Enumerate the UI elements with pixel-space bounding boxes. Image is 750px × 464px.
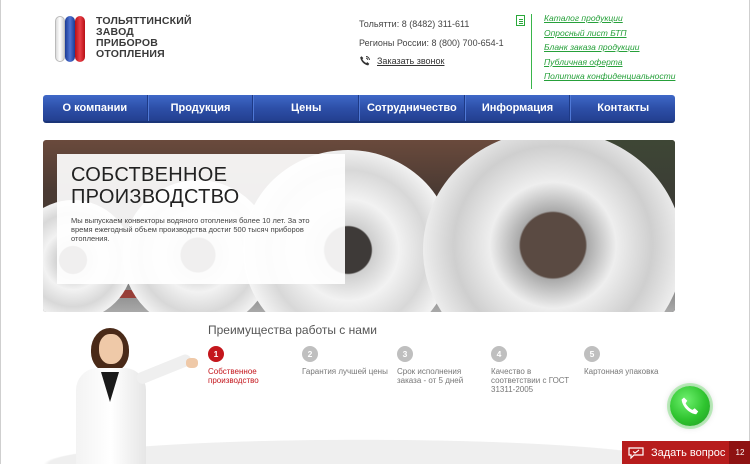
- banner-title: СОБСТВЕННОЕ ПРОИЗВОДСТВО: [71, 164, 331, 208]
- link-catalog[interactable]: Каталог продукции: [544, 12, 675, 27]
- step-text: Собственное производство: [208, 367, 259, 385]
- phone-tolyatti: Тольятти: 8 (8482) 311-611: [359, 19, 470, 29]
- logo-line: ОТОПЛЕНИЯ: [96, 48, 165, 60]
- step-text: Качество в соответствии с ГОСТ 31311-200…: [491, 367, 570, 394]
- advantage-step[interactable]: 1 Собственное производство: [208, 346, 298, 385]
- nav-item-products[interactable]: Продукция: [147, 95, 254, 121]
- contact-phones: Тольятти: 8 (8482) 311-611 Регионы Росси…: [359, 18, 504, 55]
- link-public-offer[interactable]: Публичная оферта: [544, 56, 675, 71]
- main-nav: О компании Продукция Цены Сотрудничество…: [43, 95, 675, 123]
- divider: [531, 14, 532, 89]
- nav-item-information[interactable]: Информация: [464, 95, 571, 121]
- advantages-title: Преимущества работы с нами: [208, 323, 377, 337]
- link-order-form[interactable]: Бланк заказа продукции: [544, 41, 675, 56]
- company-logo[interactable]: ТОЛЬЯТТИНСКИЙ ЗАВОД ПРИБОРОВ ОТОПЛЕНИЯ: [51, 14, 201, 66]
- banner-title-line: ПРОИЗВОДСТВО: [71, 186, 240, 208]
- banner-title-line: СОБСТВЕННОЕ: [71, 164, 228, 186]
- page: ТОЛЬЯТТИНСКИЙ ЗАВОД ПРИБОРОВ ОТОПЛЕНИЯ Т…: [0, 0, 750, 464]
- link-privacy-policy[interactable]: Политика конфиденциальности: [544, 70, 675, 85]
- document-icon: [516, 15, 525, 26]
- nav-item-prices[interactable]: Цены: [253, 95, 360, 121]
- ask-question-label: Задать вопрос: [651, 446, 726, 459]
- advantage-step[interactable]: 3 Срок исполнения заказа - от 5 дней: [397, 346, 487, 385]
- floating-call-button[interactable]: [670, 386, 710, 426]
- step-text: Срок исполнения заказа - от 5 дней: [397, 367, 464, 385]
- phone-icon: [360, 56, 370, 66]
- step-number: 1: [208, 346, 224, 362]
- nav-item-about[interactable]: О компании: [43, 95, 148, 121]
- step-number: 2: [302, 346, 318, 362]
- phone-handset-icon: [681, 397, 699, 415]
- step-number: 4: [491, 346, 507, 362]
- step-number: 5: [584, 346, 600, 362]
- advantage-step[interactable]: 4 Качество в соответствии с ГОСТ 31311-2…: [491, 346, 581, 394]
- callback-link[interactable]: Заказать звонок: [377, 56, 444, 66]
- woman-pointing-image: [41, 322, 198, 464]
- logo-flag-icon: [51, 14, 93, 64]
- advantage-step[interactable]: 5 Картонная упаковка: [584, 346, 674, 376]
- banner-description: Мы выпускаем конвекторы водяного отоплен…: [71, 216, 310, 243]
- link-questionnaire[interactable]: Опросный лист БТП: [544, 27, 675, 42]
- ask-question-widget[interactable]: Задать вопрос 12: [622, 441, 750, 464]
- step-text: Гарантия лучшей цены: [302, 367, 388, 376]
- step-text: Картонная упаковка: [584, 367, 659, 376]
- hero-banner: СОБСТВЕННОЕ ПРОИЗВОДСТВО Мы выпускаем ко…: [43, 140, 675, 312]
- callback-request[interactable]: Заказать звонок: [359, 55, 444, 67]
- nav-item-contacts[interactable]: Контакты: [570, 95, 675, 121]
- logo-text: ТОЛЬЯТТИНСКИЙ ЗАВОД ПРИБОРОВ ОТОПЛЕНИЯ: [96, 16, 192, 60]
- chat-bubble-icon: [628, 446, 644, 459]
- advantage-step[interactable]: 2 Гарантия лучшей цены: [302, 346, 392, 376]
- banner-caption: СОБСТВЕННОЕ ПРОИЗВОДСТВО Мы выпускаем ко…: [57, 154, 345, 284]
- steel-coil-image: [423, 140, 675, 312]
- nav-item-cooperation[interactable]: Сотрудничество: [359, 95, 465, 121]
- step-number: 3: [397, 346, 413, 362]
- quick-links: Каталог продукции Опросный лист БТП Блан…: [544, 12, 675, 85]
- unread-count-badge: 12: [729, 441, 750, 464]
- phone-regions: Регионы России: 8 (800) 700-654-1: [359, 38, 504, 48]
